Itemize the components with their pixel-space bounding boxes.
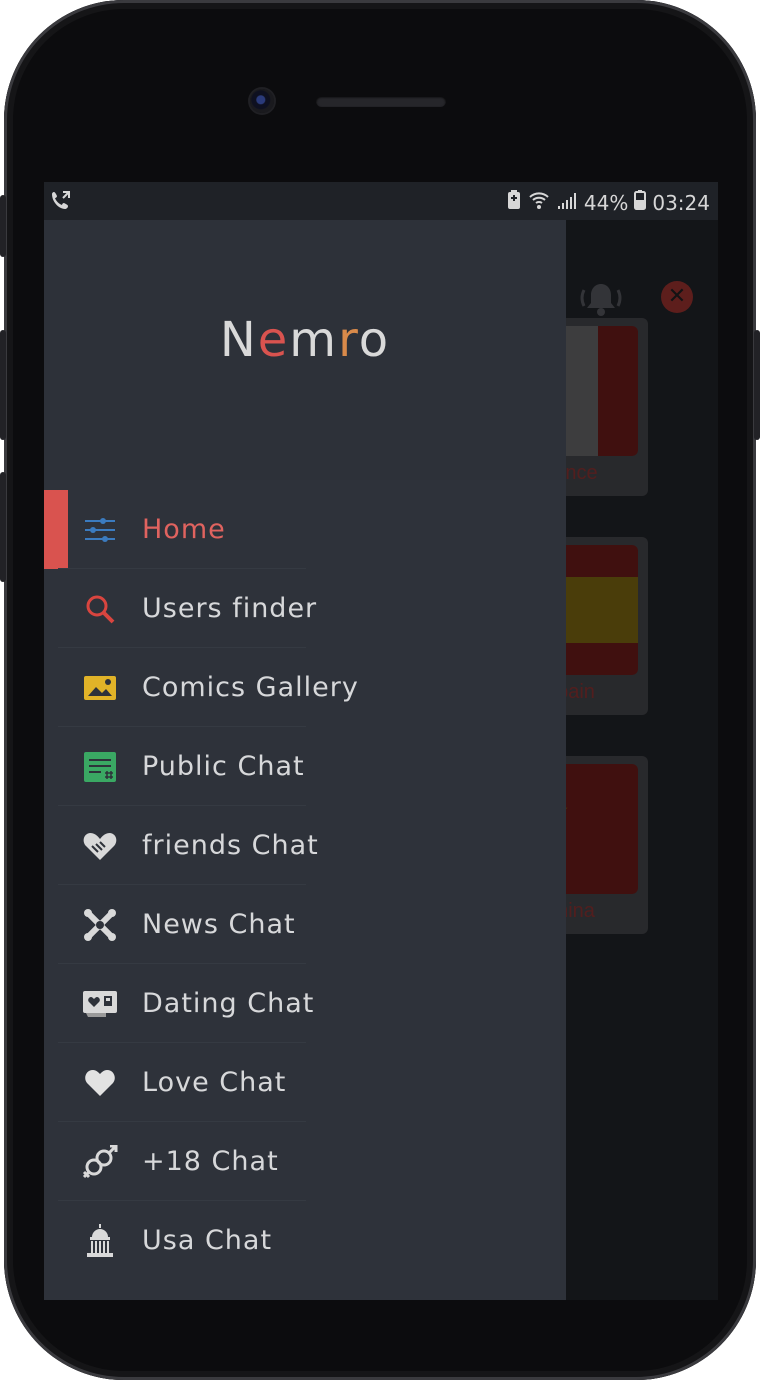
signal-icon bbox=[556, 189, 578, 216]
menu-item-label: Dating Chat bbox=[142, 988, 315, 1019]
capitol-icon bbox=[82, 1223, 118, 1259]
volume-up-button bbox=[0, 330, 6, 440]
menu-item-public-chat[interactable]: Public Chat bbox=[44, 727, 566, 806]
app-logo: Nemro bbox=[219, 312, 391, 368]
menu-item-label: Usa Chat bbox=[142, 1225, 273, 1256]
handshake-heart-icon bbox=[82, 828, 118, 864]
battery-percent: 44% bbox=[583, 190, 629, 215]
battery-charging-icon bbox=[506, 189, 522, 216]
menu-item-label: Love Chat bbox=[142, 1067, 287, 1098]
menu-item-label: Comics Gallery bbox=[142, 672, 359, 703]
chat-list-icon bbox=[82, 749, 118, 785]
navigation-drawer: Nemro Home Users finder Comics Gallery P… bbox=[44, 220, 566, 1300]
drawer-menu: Home Users finder Comics Gallery Public … bbox=[44, 490, 566, 1280]
status-bar: 44% 03:24 bbox=[44, 182, 718, 220]
volume-down-button bbox=[0, 472, 6, 582]
menu-item-comics-gallery[interactable]: Comics Gallery bbox=[44, 648, 566, 727]
wifi-icon bbox=[528, 189, 550, 216]
image-icon bbox=[82, 670, 118, 706]
gender-icon bbox=[82, 1144, 118, 1180]
search-icon bbox=[82, 591, 118, 627]
menu-item-love-chat[interactable]: Love Chat bbox=[44, 1043, 566, 1122]
power-button bbox=[754, 330, 760, 440]
menu-item-dating-chat[interactable]: Dating Chat bbox=[44, 964, 566, 1043]
menu-item-label: +18 Chat bbox=[142, 1146, 279, 1177]
heart-icon bbox=[82, 1065, 118, 1101]
dating-card-icon bbox=[82, 986, 118, 1022]
menu-item-label: friends Chat bbox=[142, 830, 319, 861]
scrim[interactable] bbox=[566, 220, 718, 1300]
drawer-header: Nemro bbox=[44, 220, 566, 480]
menu-item-news-chat[interactable]: News Chat bbox=[44, 885, 566, 964]
sliders-icon bbox=[82, 512, 118, 548]
menu-item-home[interactable]: Home bbox=[44, 490, 566, 569]
clock: 03:24 bbox=[652, 190, 710, 215]
menu-item-usa-chat[interactable]: Usa Chat bbox=[44, 1201, 566, 1280]
menu-item-label: Users finder bbox=[142, 593, 318, 624]
menu-item-friends-chat[interactable]: friends Chat bbox=[44, 806, 566, 885]
joomla-icon bbox=[82, 907, 118, 943]
mute-switch bbox=[0, 195, 6, 257]
menu-item-label: Home bbox=[142, 514, 226, 545]
earpiece-speaker bbox=[316, 96, 446, 107]
call-forward-icon bbox=[50, 189, 72, 216]
menu-item-users-finder[interactable]: Users finder bbox=[44, 569, 566, 648]
menu-item-label: News Chat bbox=[142, 909, 296, 940]
active-indicator bbox=[44, 490, 68, 569]
front-camera bbox=[250, 89, 274, 113]
menu-item-18-chat[interactable]: +18 Chat bbox=[44, 1122, 566, 1201]
battery-icon bbox=[634, 189, 647, 216]
screen: 44% 03:24 ✕ ance pain hina Nemro Home Us… bbox=[44, 182, 718, 1300]
menu-item-label: Public Chat bbox=[142, 751, 305, 782]
